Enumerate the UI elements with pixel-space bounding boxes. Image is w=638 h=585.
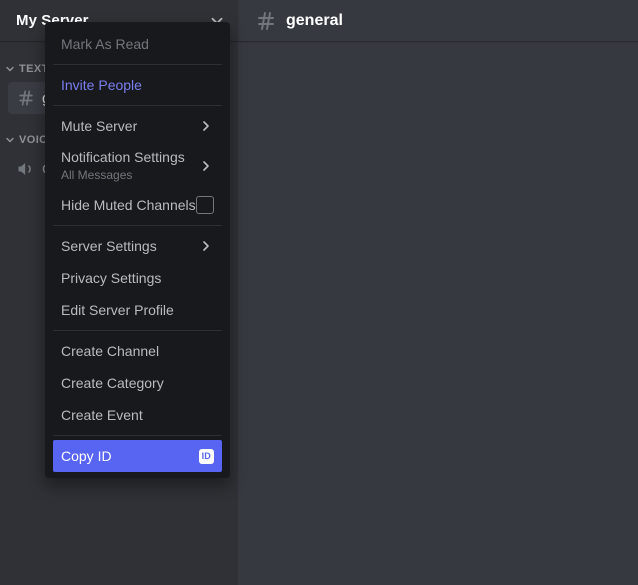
menu-item-label: Invite People — [61, 77, 142, 93]
menu-item-label: Create Category — [61, 375, 164, 391]
menu-item-subtitle: All Messages — [61, 168, 133, 182]
channel-header: general — [238, 0, 638, 41]
menu-separator — [53, 225, 222, 226]
discord-app-window: My Server TEXT CHANNELS general — [0, 0, 638, 585]
menu-item-hide-muted-channels[interactable]: Hide Muted Channels — [53, 189, 222, 221]
menu-item-mark-as-read: Mark As Read — [53, 28, 222, 60]
chevron-right-icon — [198, 118, 214, 134]
server-context-menu[interactable]: Mark As Read Invite People Mute Server Noti… — [45, 22, 230, 478]
speaker-icon — [16, 159, 36, 179]
message-area — [238, 41, 638, 585]
menu-item-label: Copy ID — [61, 448, 112, 464]
menu-separator — [53, 105, 222, 106]
menu-item-label: Notification Settings — [61, 149, 185, 165]
menu-item-server-settings[interactable]: Server Settings — [53, 230, 222, 262]
hash-icon — [254, 9, 278, 33]
menu-separator — [53, 330, 222, 331]
menu-item-mute-server[interactable]: Mute Server — [53, 110, 222, 142]
channel-title: general — [286, 11, 343, 29]
menu-item-text: Hide Muted Channels — [61, 196, 196, 214]
menu-item-label: Create Event — [61, 407, 143, 423]
menu-item-label: Edit Server Profile — [61, 302, 174, 318]
menu-item-copy-id[interactable]: Copy ID ID — [53, 440, 222, 472]
menu-item-label: Create Channel — [61, 343, 160, 359]
menu-item-create-channel[interactable]: Create Channel — [53, 335, 222, 367]
menu-item-label: Mute Server — [61, 118, 138, 134]
menu-item-label: Mark As Read — [61, 36, 149, 52]
chevron-right-icon — [198, 238, 214, 254]
menu-item-label: Hide Muted Channels — [61, 197, 196, 213]
menu-item-invite-people[interactable]: Invite People — [53, 69, 222, 101]
menu-item-text: Mute Server — [61, 117, 137, 135]
menu-separator — [53, 435, 222, 436]
menu-item-text: Create Event — [61, 406, 143, 424]
id-badge-icon: ID — [198, 448, 214, 464]
menu-item-text: Create Category — [61, 374, 164, 392]
main-content: general — [238, 0, 638, 585]
menu-item-create-category[interactable]: Create Category — [53, 367, 222, 399]
menu-item-text: Notification Settings All Messages — [61, 148, 185, 183]
hide-muted-channels-checkbox[interactable] — [196, 196, 214, 214]
hash-icon — [16, 88, 36, 108]
menu-item-privacy-settings[interactable]: Privacy Settings — [53, 262, 222, 294]
menu-item-text: Server Settings — [61, 237, 157, 255]
menu-item-text: Edit Server Profile — [61, 301, 174, 319]
menu-item-text: Invite People — [61, 76, 142, 94]
caret-down-icon — [4, 134, 16, 146]
menu-separator — [53, 64, 222, 65]
chevron-right-icon — [198, 158, 214, 174]
menu-item-text: Create Channel — [61, 342, 159, 360]
menu-item-notification-settings[interactable]: Notification Settings All Messages — [53, 142, 222, 189]
menu-item-label: Privacy Settings — [61, 270, 162, 286]
menu-item-text: Privacy Settings — [61, 269, 161, 287]
menu-item-text: Copy ID — [61, 447, 112, 465]
caret-down-icon — [4, 63, 16, 75]
menu-item-edit-server-profile[interactable]: Edit Server Profile — [53, 294, 222, 326]
menu-item-create-event[interactable]: Create Event — [53, 399, 222, 431]
menu-item-label: Server Settings — [61, 238, 157, 254]
menu-item-text: Mark As Read — [61, 35, 149, 53]
